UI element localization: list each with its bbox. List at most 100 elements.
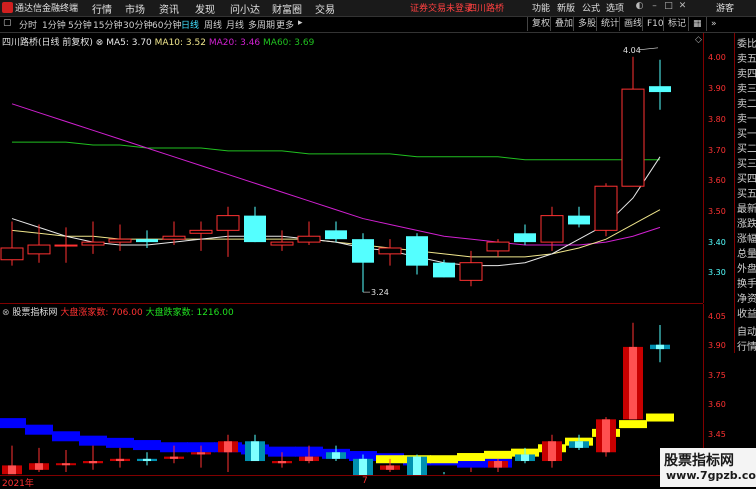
candle-body: [189, 229, 213, 234]
indicator-bar-highlight: [197, 452, 205, 455]
side-item-sell1: 卖一: [737, 114, 756, 125]
menu-bar: 通达信金融终端 行情 市场 资讯 发现 问小达 财富圈 交易 证券交易未登录 四…: [0, 0, 756, 17]
candle-body: [297, 235, 321, 243]
indicator-bar-highlight: [143, 458, 151, 462]
menu-gongshi[interactable]: 公式: [582, 1, 600, 14]
menu-gongneng[interactable]: 功能: [532, 1, 550, 14]
side-item-buy1: 买一: [737, 129, 756, 140]
menu-item-faxian[interactable]: 发现: [195, 1, 215, 16]
menu-item-caifuquan[interactable]: 财富圈: [272, 1, 302, 16]
tab-5min[interactable]: 5分钟: [68, 18, 92, 31]
price-tick: 3.50: [708, 207, 726, 216]
date-label-month: 7: [362, 476, 368, 486]
indicator-bar-highlight: [251, 441, 259, 462]
candlestick-chart: 4.04 3.24: [0, 46, 671, 297]
indicator-bar-highlight: [386, 465, 394, 470]
indicator-bar-highlight: [521, 454, 529, 462]
tab-more[interactable]: 更多: [276, 18, 294, 31]
indicator-bar-highlight: [413, 456, 421, 475]
stock-name-top: 四川路桥: [468, 4, 505, 14]
candle-body: [81, 241, 105, 246]
close-icon[interactable]: ✕: [678, 2, 687, 11]
candle-body: [514, 233, 536, 243]
indicator-bar-highlight: [575, 441, 583, 448]
side-item-outer: 外盘: [737, 264, 756, 275]
tab-daily[interactable]: 日线: [181, 18, 199, 31]
candle-body: [433, 262, 455, 278]
watermark-url: www.7gpzb.com: [666, 469, 756, 482]
skin-icon[interactable]: ◐: [635, 2, 644, 11]
candle-body: [486, 241, 510, 252]
indicator-bar-highlight: [629, 346, 637, 420]
candle-body: [136, 239, 158, 243]
menu-xuanxiang[interactable]: 选项: [606, 1, 624, 14]
indicator-bar-highlight: [89, 461, 97, 464]
yellow-band-segment: [430, 455, 458, 464]
indicator-bar-highlight: [305, 456, 313, 462]
price-chart-panel[interactable]: 四川路桥(日线 前复权) ⊗ MA5: 3.70 MA10: 3.52 MA20…: [0, 33, 703, 304]
minimize-icon[interactable]: –: [650, 2, 659, 11]
more-arrow-icon[interactable]: ▸: [298, 18, 303, 28]
blue-band-segment: [0, 418, 26, 429]
candle-body: [568, 215, 590, 225]
tab-monthly[interactable]: 月线: [226, 18, 244, 31]
candle-body: [216, 215, 240, 231]
tab-multi-period[interactable]: 多周期: [248, 18, 275, 31]
side-item-change-pct: 涨幅: [737, 234, 756, 245]
indicator-tick: 3.90: [708, 341, 726, 350]
price-tick: 3.90: [708, 84, 726, 93]
tab-60min[interactable]: 60分钟: [152, 18, 181, 31]
side-item-buy4: 买四: [737, 174, 756, 185]
blue-band-segment: [79, 435, 107, 446]
menu-item-hangqing[interactable]: 行情: [92, 1, 112, 16]
side-item-sell4: 卖四: [737, 69, 756, 80]
menu-item-shichang[interactable]: 市场: [125, 1, 145, 16]
menu-item-zixun[interactable]: 资讯: [159, 1, 179, 16]
menu-youke[interactable]: 游客: [716, 1, 734, 14]
side-item-hangqing[interactable]: 行情: [737, 338, 756, 353]
indicator-bar-highlight: [116, 458, 124, 462]
toolbar-square-icon[interactable]: ▢: [3, 18, 12, 28]
side-item-auto[interactable]: 自动: [737, 323, 756, 338]
btn-biaoji[interactable]: 标记: [663, 17, 690, 31]
tab-30min[interactable]: 30分钟: [123, 18, 152, 31]
toolbar-next-icon[interactable]: »: [706, 17, 721, 31]
price-tick: 3.30: [708, 268, 726, 277]
toolbar-grid-icon[interactable]: ▦: [688, 17, 706, 31]
quote-side-panel[interactable]: 委比 卖五 卖四 卖三 卖二 卖一 买一 买二 买三 买四 买五 最新 涨跌 涨…: [734, 33, 756, 353]
side-item-turnover: 换手: [737, 279, 756, 290]
side-item-volume: 总量: [737, 249, 756, 260]
indicator-panel[interactable]: ⊗ 股票指标网 大盘涨家数: 706.00 大盘跌家数: 1216.00: [0, 304, 703, 476]
yellow-band-segment: [619, 420, 647, 429]
menu-item-jiaoyi[interactable]: 交易: [315, 1, 335, 16]
side-item-buy2: 买二: [737, 144, 756, 155]
price-tick: 4.00: [708, 53, 726, 62]
maximize-icon[interactable]: □: [664, 2, 673, 11]
tab-1min[interactable]: 1分钟: [42, 18, 66, 31]
high-price-label: 4.04: [623, 46, 641, 55]
candle-body: [0, 247, 24, 261]
tab-weekly[interactable]: 周线: [204, 18, 222, 31]
menu-item-wenxiaoda[interactable]: 问小达: [230, 1, 260, 16]
indicator-chart: [0, 322, 674, 475]
indicator-bar-highlight: [494, 461, 502, 468]
yellow-band-segment: [484, 450, 512, 459]
indicator-bar-highlight: [170, 456, 178, 459]
indicator-bar-highlight: [35, 463, 43, 470]
indicator-tick: 3.45: [708, 430, 726, 439]
high-pointer: [638, 47, 659, 51]
price-tick: 3.70: [708, 146, 726, 155]
yellow-band-segment: [646, 413, 674, 422]
candle-body: [54, 244, 78, 247]
candle-body: [378, 247, 402, 255]
tab-fenshi[interactable]: 分时: [19, 18, 37, 31]
candle-body: [621, 88, 645, 187]
tab-15min[interactable]: 15分钟: [93, 18, 122, 31]
blue-band-segment: [133, 440, 161, 451]
candle-body: [594, 185, 618, 231]
login-status[interactable]: 证券交易未登录: [410, 1, 473, 14]
date-label-year: 2021年: [2, 479, 34, 489]
candle-body: [270, 241, 294, 246]
price-tick: 3.80: [708, 115, 726, 124]
menu-xinban[interactable]: 新版: [557, 1, 575, 14]
